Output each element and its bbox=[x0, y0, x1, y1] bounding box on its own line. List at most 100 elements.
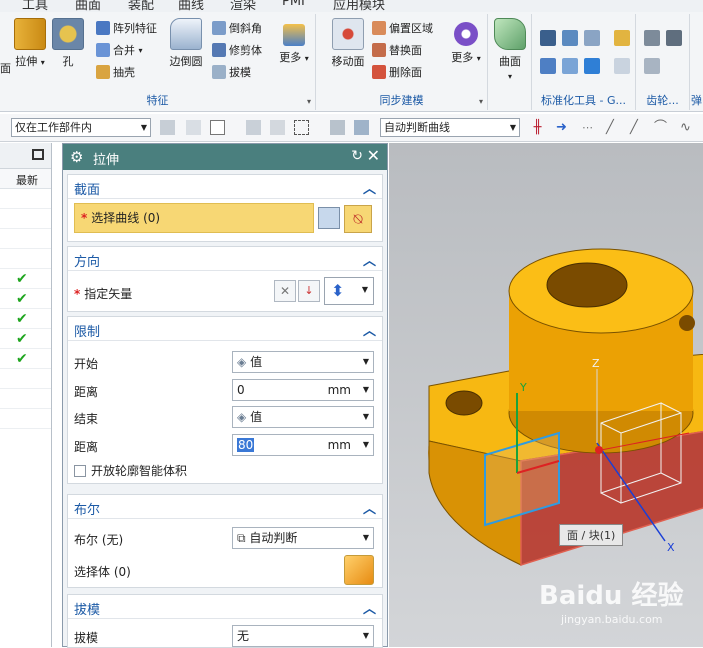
edge-blend-button[interactable]: 边倒圆 bbox=[166, 18, 206, 69]
hole-button[interactable]: 孔 bbox=[48, 18, 88, 69]
direction-header[interactable]: 方向 ︿ bbox=[68, 247, 382, 271]
sync-group-dropdown-icon[interactable]: ▾ bbox=[479, 97, 483, 106]
rect-select-icon[interactable] bbox=[294, 120, 309, 135]
line2-icon[interactable]: ╱ bbox=[630, 120, 645, 135]
curve-rule-select[interactable]: 自动判断曲线 ▼ bbox=[380, 118, 520, 137]
open-profile-checkbox[interactable]: 开放轮廓智能体积 bbox=[74, 462, 187, 479]
extrude-button[interactable]: 拉伸 ▾ bbox=[10, 18, 50, 69]
select-box-icon[interactable] bbox=[210, 120, 225, 135]
pattern-feature-button[interactable]: 阵列特征 bbox=[96, 18, 157, 38]
model-svg[interactable]: Y Z X bbox=[389, 143, 703, 647]
column-header-latest[interactable]: 最新 bbox=[16, 172, 38, 188]
body-icon[interactable] bbox=[330, 120, 345, 135]
close-icon[interactable]: ✕ bbox=[367, 146, 380, 165]
arc-icon[interactable]: ⌒ bbox=[654, 120, 669, 135]
table-row[interactable]: ✔ bbox=[0, 269, 51, 289]
spline-icon[interactable]: ∿ bbox=[680, 120, 695, 135]
end-type-select[interactable]: ◈ 值 ▼ bbox=[232, 406, 374, 428]
draft-header[interactable]: 拔模 ︿ bbox=[68, 595, 382, 619]
delete-face-button[interactable]: 删除面 bbox=[372, 62, 422, 82]
side-hole[interactable] bbox=[679, 315, 695, 331]
collapse-icon[interactable]: ︿ bbox=[363, 178, 376, 197]
table-row[interactable]: ✔ bbox=[0, 329, 51, 349]
menu-curve[interactable]: 曲线 bbox=[178, 0, 204, 12]
menu-assembly[interactable]: 装配 bbox=[128, 0, 154, 12]
base-hole[interactable] bbox=[445, 390, 483, 416]
collapse-icon[interactable]: ︿ bbox=[363, 250, 376, 269]
pick-icon[interactable] bbox=[246, 120, 261, 135]
table-row[interactable]: ✔ bbox=[0, 309, 51, 329]
boolean-type-select[interactable]: ⧉ 自动判断 ▼ bbox=[232, 527, 374, 549]
table-row[interactable] bbox=[0, 369, 51, 389]
follow-fillet-icon[interactable]: ➜ bbox=[556, 120, 571, 135]
unite-button[interactable]: 合并 ▾ bbox=[96, 40, 143, 60]
gear-tool-icon-2[interactable] bbox=[666, 30, 682, 46]
maximize-icon[interactable] bbox=[32, 149, 44, 160]
tool-icon-3[interactable] bbox=[584, 30, 600, 46]
table-row[interactable] bbox=[0, 209, 51, 229]
snap-icon[interactable] bbox=[186, 120, 201, 135]
draft-type-select[interactable]: 无 ▼ bbox=[232, 625, 374, 647]
filter-icon[interactable] bbox=[160, 120, 175, 135]
vector-type-select[interactable]: ⬍ ▼ bbox=[324, 277, 374, 305]
section-header[interactable]: 截面 ︿ bbox=[68, 175, 382, 199]
move-face-button[interactable]: 移动面 bbox=[326, 18, 370, 69]
graphics-window[interactable]: Y Z X 面 / 块(1) Baidu 经验 jingyan.baidu.co… bbox=[389, 143, 703, 647]
surface-button[interactable]: 曲面 ▾ bbox=[490, 18, 530, 82]
table-row[interactable]: ✔ bbox=[0, 289, 51, 309]
limits-header[interactable]: 限制 ︿ bbox=[68, 317, 382, 341]
end-distance-input[interactable]: 80 mm ▼ bbox=[232, 434, 374, 456]
feature-more-button[interactable]: 更多 ▾ bbox=[274, 18, 314, 65]
shell-button[interactable]: 抽壳 bbox=[96, 62, 135, 82]
boolean-header[interactable]: 布尔 ︿ bbox=[68, 495, 382, 519]
tool-icon-1[interactable] bbox=[540, 30, 556, 46]
table-row[interactable] bbox=[0, 249, 51, 269]
tool-icon-6[interactable] bbox=[562, 58, 578, 74]
tool-icon-7[interactable] bbox=[584, 58, 600, 74]
collapse-icon[interactable]: ︿ bbox=[363, 598, 376, 617]
collapse-icon[interactable]: ︿ bbox=[363, 498, 376, 517]
tool-icon-8[interactable] bbox=[614, 58, 630, 74]
line-icon[interactable]: ╱ bbox=[606, 120, 621, 135]
sync-more-button[interactable]: 更多 ▾ bbox=[446, 18, 486, 65]
curve-pick-icon[interactable] bbox=[270, 120, 285, 135]
menu-tools[interactable]: 工具 bbox=[22, 0, 48, 12]
table-row[interactable] bbox=[0, 189, 51, 209]
tool-icon-2[interactable] bbox=[562, 30, 578, 46]
table-row[interactable] bbox=[0, 229, 51, 249]
feature-group-dropdown-icon[interactable]: ▾ bbox=[307, 97, 311, 106]
tool-icon-5[interactable] bbox=[540, 58, 556, 74]
start-type-select[interactable]: ◈ 值 ▼ bbox=[232, 351, 374, 373]
menu-render[interactable]: 渲染 bbox=[230, 0, 256, 12]
draft-button[interactable]: 拔模 bbox=[212, 62, 251, 82]
offset-region-button[interactable]: 偏置区域 bbox=[372, 18, 433, 38]
reverse-direction-icon[interactable]: ✕ bbox=[274, 280, 296, 302]
gear-tool-icon-1[interactable] bbox=[644, 30, 660, 46]
menu-pmi[interactable]: PMI bbox=[282, 0, 305, 9]
select-body-icon[interactable] bbox=[344, 555, 374, 585]
menu-surface[interactable]: 曲面 bbox=[75, 0, 101, 12]
selection-scope-select[interactable]: 仅在工作部件内 ▼ bbox=[11, 118, 151, 137]
table-row[interactable] bbox=[0, 389, 51, 409]
checkbox-icon[interactable] bbox=[74, 464, 86, 477]
trim-body-button[interactable]: 修剪体 bbox=[212, 40, 262, 60]
face-icon[interactable] bbox=[354, 120, 369, 135]
reset-icon[interactable]: ↻ bbox=[351, 148, 363, 164]
replace-face-button[interactable]: 替换面 bbox=[372, 40, 422, 60]
stop-at-intersection-icon[interactable]: ╫ bbox=[530, 120, 545, 135]
curve-select-icon[interactable]: ⍉ bbox=[344, 205, 372, 233]
tool-icon-4[interactable] bbox=[614, 30, 630, 46]
gear-tool-icon-3[interactable] bbox=[644, 58, 660, 74]
start-distance-input[interactable]: 0 mm ▼ bbox=[232, 379, 374, 401]
table-row[interactable] bbox=[0, 409, 51, 429]
gear-icon[interactable]: ⚙ bbox=[70, 148, 83, 166]
boss-hole[interactable] bbox=[546, 262, 628, 308]
vector-dialog-icon[interactable]: ↓ bbox=[298, 280, 320, 302]
table-row[interactable]: ✔ bbox=[0, 349, 51, 369]
collapse-icon[interactable]: ︿ bbox=[363, 320, 376, 339]
chain-icon[interactable]: ⋯ bbox=[582, 120, 597, 135]
sketch-section-icon[interactable] bbox=[318, 207, 340, 229]
chamfer-button[interactable]: 倒斜角 bbox=[212, 18, 262, 38]
select-curve-field[interactable]: * 选择曲线 (0) bbox=[74, 203, 314, 233]
menu-applications[interactable]: 应用模块 bbox=[333, 0, 385, 12]
